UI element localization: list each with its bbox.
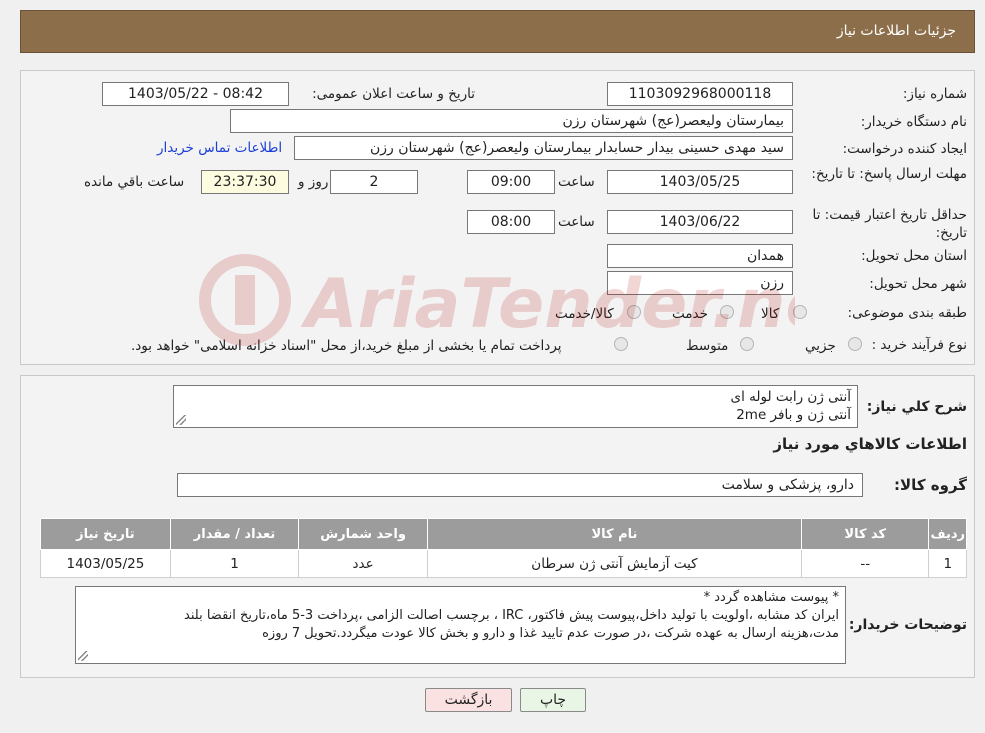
cell-name: کیت آزمایش آنتی ژن سرطان — [426, 549, 803, 578]
general-desc-label: شرح کلي نياز: — [866, 399, 967, 415]
goods-table: رديف کد کالا نام کالا واحد شمارش تعداد /… — [40, 518, 967, 578]
need-number-label: شماره نیاز: — [902, 86, 967, 102]
creator-field: سید مهدی حسینی بیدار حسابدار بیمارستان و… — [294, 136, 793, 160]
purchase-type-label: نوع فرآیند خرید : — [871, 337, 967, 353]
category-radio-goods-service[interactable] — [627, 305, 641, 319]
goods-info-title: اطلاعات کالاهاي مورد نياز — [773, 435, 967, 453]
buyer-contact-link[interactable]: اطلاعات تماس خریدار — [157, 140, 282, 156]
goods-group-label: گروه کالا: — [894, 476, 967, 494]
col-qty: تعداد / مقدار — [169, 518, 300, 550]
page-title: جزئیات اطلاعات نیاز — [836, 23, 956, 39]
purchase-note: پرداخت تمام یا بخشی از مبلغ خرید،از محل … — [131, 338, 562, 354]
purchase-radio-medium[interactable] — [740, 337, 754, 351]
validity-time-label: ساعت — [558, 214, 595, 230]
back-button[interactable]: بازگشت — [425, 688, 512, 712]
remaining-label: ساعت باقي مانده — [84, 174, 185, 190]
buyer-org-field: بیمارستان ولیعصر(عج) شهرستان رزن — [230, 109, 793, 133]
buyer-notes-line1: * پیوست مشاهده گردد * — [703, 590, 839, 605]
col-date: تاریخ نیاز — [40, 518, 171, 550]
validity-time-field: 08:00 — [467, 210, 555, 234]
purchase-option-medium: متوسط — [686, 338, 729, 354]
cell-qty: 1 — [169, 549, 300, 578]
category-radio-service[interactable] — [720, 305, 734, 319]
general-desc-line2: آنتی ژن و بافر 2me — [736, 407, 851, 423]
purchase-note-checkbox[interactable] — [614, 337, 628, 351]
cell-code: -- — [801, 549, 930, 578]
cell-date: 1403/05/25 — [40, 549, 171, 578]
province-label: استان محل تحویل: — [861, 248, 967, 264]
remaining-time-field: 23:37:30 — [201, 170, 289, 194]
goods-table-wrapper: رديف کد کالا نام کالا واحد شمارش تعداد /… — [40, 518, 967, 578]
table-row: 1 -- کیت آزمایش آنتی ژن سرطان عدد 1 1403… — [40, 549, 967, 578]
category-radio-goods[interactable] — [793, 305, 807, 319]
days-label: روز و — [298, 174, 329, 190]
validity-label: حداقل تاریخ اعتبار قیمت: تا تاریخ: — [812, 207, 967, 241]
need-number-field: 1103092968000118 — [607, 82, 793, 106]
print-button[interactable]: چاپ — [520, 688, 586, 712]
goods-group-field: دارو، پزشکی و سلامت — [177, 473, 863, 497]
reply-time-field: 09:00 — [467, 170, 555, 194]
reply-date-field: 1403/05/25 — [607, 170, 793, 194]
general-desc-textarea[interactable]: آنتی ژن رابت لوله ای آنتی ژن و بافر 2me — [173, 385, 858, 428]
category-option-goods: کالا — [761, 306, 780, 322]
province-field: همدان — [607, 244, 793, 268]
buyer-org-label: نام دستگاه خریدار: — [860, 114, 967, 130]
table-header-row: رديف کد کالا نام کالا واحد شمارش تعداد /… — [40, 518, 967, 550]
buyer-notes-line3: مدت،هزینه ارسال به عهده شرکت ،در صورت عد… — [262, 626, 839, 641]
col-row: رديف — [928, 518, 967, 550]
validity-date-field: 1403/06/22 — [607, 210, 793, 234]
buyer-notes-line2: ایران کد مشابه ،اولویت با تولید داخل،پیو… — [184, 608, 839, 623]
buyer-notes-label: توضیحات خریدار: — [848, 617, 967, 633]
resize-grip-icon[interactable] — [78, 651, 88, 661]
purchase-radio-minor[interactable] — [848, 337, 862, 351]
cell-row: 1 — [928, 549, 967, 578]
resize-grip-icon[interactable] — [176, 415, 186, 425]
buyer-notes-textarea[interactable]: * پیوست مشاهده گردد * ایران کد مشابه ،او… — [75, 586, 846, 664]
reply-time-label: ساعت — [558, 174, 595, 190]
announce-field: 1403/05/22 - 08:42 — [102, 82, 289, 106]
col-code: کد کالا — [801, 518, 930, 550]
announce-label: تاریخ و ساعت اعلان عمومی: — [312, 86, 475, 102]
general-desc-line1: آنتی ژن رابت لوله ای — [730, 389, 851, 405]
col-unit: واحد شمارش — [298, 518, 428, 550]
page-header: جزئیات اطلاعات نیاز — [20, 10, 975, 53]
cell-unit: عدد — [298, 549, 428, 578]
reply-deadline-label: مهلت ارسال پاسخ: تا تاریخ: — [811, 166, 967, 182]
purchase-option-minor: جزیي — [805, 338, 836, 354]
category-label: طبقه بندی موضوعی: — [847, 305, 967, 321]
days-field: 2 — [330, 170, 418, 194]
category-option-service: خدمت — [672, 306, 708, 322]
creator-label: ایجاد کننده درخواست: — [842, 141, 967, 157]
city-field: رزن — [607, 271, 793, 295]
category-option-goods-service: کالا/خدمت — [555, 306, 614, 322]
city-label: شهر محل تحویل: — [869, 276, 967, 292]
col-name: نام کالا — [426, 518, 803, 550]
